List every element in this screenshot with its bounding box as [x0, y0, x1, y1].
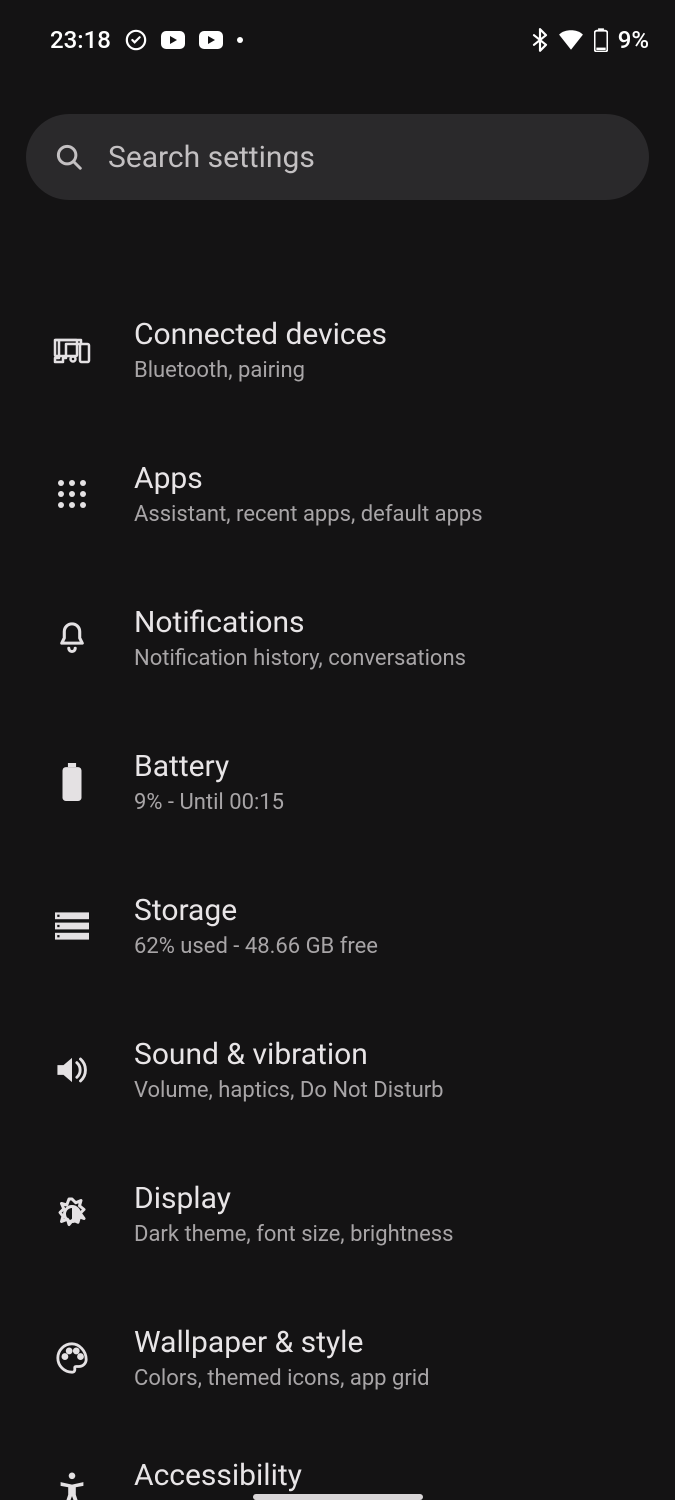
item-subtitle: 9% - Until 00:15 — [134, 790, 284, 815]
item-accessibility[interactable]: Accessibility Display, interaction, audi… — [0, 1430, 675, 1500]
item-subtitle: Volume, haptics, Do Not Disturb — [134, 1078, 444, 1103]
item-text: Connected devices Bluetooth, pairing — [134, 317, 387, 383]
item-subtitle: Bluetooth, pairing — [134, 358, 387, 383]
volume-icon — [48, 1046, 96, 1094]
item-battery[interactable]: Battery 9% - Until 00:15 — [0, 710, 675, 854]
item-title: Notifications — [134, 605, 466, 640]
item-subtitle: 62% used - 48.66 GB free — [134, 934, 378, 959]
devices-icon — [48, 326, 96, 374]
item-text: Wallpaper & style Colors, themed icons, … — [134, 1325, 430, 1391]
item-title: Sound & vibration — [134, 1037, 444, 1072]
item-text: Notifications Notification history, conv… — [134, 605, 466, 671]
youtube-icon — [199, 31, 223, 49]
settings-list: Connected devices Bluetooth, pairing App… — [0, 278, 675, 1500]
item-title: Display — [134, 1181, 453, 1216]
status-time: 23:18 — [50, 26, 111, 54]
bluetooth-icon — [532, 28, 548, 52]
item-text: Battery 9% - Until 00:15 — [134, 749, 284, 815]
item-subtitle: Assistant, recent apps, default apps — [134, 502, 483, 527]
status-right: 9% — [532, 26, 649, 54]
item-subtitle: Colors, themed icons, app grid — [134, 1366, 430, 1391]
storage-icon — [48, 902, 96, 950]
status-battery-text: 9% — [618, 26, 649, 54]
item-title: Apps — [134, 461, 483, 496]
item-sound[interactable]: Sound & vibration Volume, haptics, Do No… — [0, 998, 675, 1142]
item-title: Wallpaper & style — [134, 1325, 430, 1360]
checkmark-circle-icon — [125, 29, 147, 51]
overflow-dot-icon — [237, 37, 243, 43]
item-connected-devices[interactable]: Connected devices Bluetooth, pairing — [0, 278, 675, 422]
battery-icon — [48, 758, 96, 806]
search-icon — [54, 142, 84, 172]
bell-icon — [48, 614, 96, 662]
search-bar[interactable]: Search settings — [26, 114, 649, 200]
search-placeholder: Search settings — [108, 140, 315, 175]
status-bar: 23:18 — [0, 10, 675, 70]
item-subtitle: Notification history, conversations — [134, 646, 466, 671]
item-text: Sound & vibration Volume, haptics, Do No… — [134, 1037, 444, 1103]
apps-grid-icon — [48, 470, 96, 518]
item-title: Connected devices — [134, 317, 387, 352]
item-wallpaper[interactable]: Wallpaper & style Colors, themed icons, … — [0, 1286, 675, 1430]
item-storage[interactable]: Storage 62% used - 48.66 GB free — [0, 854, 675, 998]
accessibility-icon — [48, 1467, 96, 1500]
nav-handle[interactable] — [253, 1494, 423, 1500]
item-notifications[interactable]: Notifications Notification history, conv… — [0, 566, 675, 710]
palette-icon — [48, 1334, 96, 1382]
item-text: Storage 62% used - 48.66 GB free — [134, 893, 378, 959]
item-apps[interactable]: Apps Assistant, recent apps, default app… — [0, 422, 675, 566]
item-display[interactable]: Display Dark theme, font size, brightnes… — [0, 1142, 675, 1286]
item-text: Display Dark theme, font size, brightnes… — [134, 1181, 453, 1247]
item-title: Accessibility — [134, 1458, 382, 1493]
item-title: Storage — [134, 893, 378, 928]
status-left: 23:18 — [50, 26, 243, 54]
brightness-icon — [48, 1190, 96, 1238]
youtube-icon — [161, 31, 185, 49]
item-text: Apps Assistant, recent apps, default app… — [134, 461, 483, 527]
item-title: Battery — [134, 749, 284, 784]
item-subtitle: Dark theme, font size, brightness — [134, 1222, 453, 1247]
wifi-icon — [558, 30, 584, 50]
battery-icon — [594, 28, 608, 52]
